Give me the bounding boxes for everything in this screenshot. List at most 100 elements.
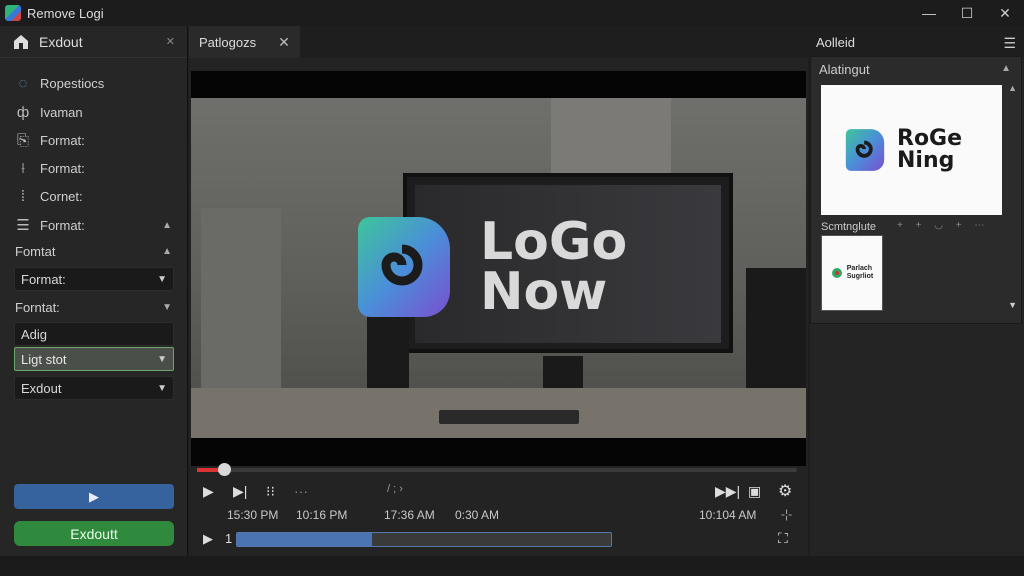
dropdown-value: Ligt stot: [21, 351, 67, 367]
small-logo-icon: [831, 268, 842, 278]
maximize-button[interactable]: ☐: [948, 0, 986, 26]
right-panel-header: Aolleid ☰: [810, 26, 1024, 58]
status-bar: [0, 556, 1024, 576]
close-window-button[interactable]: ✕: [986, 0, 1024, 26]
track-play-icon[interactable]: ▶: [203, 531, 213, 547]
format-dropdown[interactable]: Format: ▼: [14, 267, 174, 291]
chevron-down-icon: ▼: [157, 273, 167, 285]
section-header-forntat[interactable]: Forntat: ▼: [0, 295, 188, 319]
keyboard: [439, 410, 579, 424]
play-button[interactable]: ▶: [14, 484, 174, 509]
nav-item-label: Ropestiocs: [40, 75, 105, 91]
crosshair-icon[interactable]: -¦-: [781, 507, 792, 521]
frame-grid-icon[interactable]: ⁝⁝: [266, 483, 275, 500]
logo-now-mark-icon: [358, 217, 450, 317]
right-panel-title: Aolleid: [816, 34, 856, 50]
logo-mark-icon: [845, 129, 885, 171]
dropdown-value: Format:: [21, 271, 66, 287]
logo-thumbnail-large[interactable]: RoGe Ning: [821, 85, 1002, 215]
hamburger-menu-icon[interactable]: ☰: [1003, 35, 1016, 52]
nav-item-ropestiocs[interactable]: ◌ Ropestiocs: [0, 70, 188, 96]
left-panel-header[interactable]: Exdout ✕: [0, 26, 187, 58]
title-bar: Remove Logi — ☐ ✕: [0, 0, 1024, 26]
nav-item-format-3[interactable]: ☰ Format: ▲: [0, 212, 188, 238]
right-panel: Aolleid ☰ Alatingut ▲ ▲ RoGe Ning Scmtng…: [810, 26, 1024, 556]
tab-label: Patlogozs: [199, 34, 257, 50]
section-title: Fomtat: [15, 243, 56, 259]
panel-header[interactable]: Alatingut ▲: [811, 57, 1021, 81]
timestamp: 10:104 AM: [699, 508, 757, 522]
logo-line-2: Now: [480, 262, 608, 322]
section-header-fomtat[interactable]: Fomtat ▲: [0, 239, 188, 263]
play-icon[interactable]: ▶: [203, 483, 214, 500]
small-thumbnail-text: Parlach Sugrliot: [847, 265, 873, 281]
tab-bar: Patlogozs ✕: [189, 26, 808, 58]
skip-forward-icon[interactable]: ▶▶|: [715, 483, 740, 500]
nav-item-label: Format:: [40, 132, 85, 148]
timestamp: 10:16 PM: [296, 508, 348, 522]
sub-section-label: Scmtnglute: [821, 221, 877, 233]
nav-item-label: Cornet:: [40, 188, 83, 204]
edit-tools-icon[interactable]: / ; ›: [387, 483, 403, 495]
thumbnail-logo-text: RoGe Ning: [897, 128, 962, 172]
nav-item-format-2[interactable]: ⟊ Format:: [0, 155, 188, 181]
timestamp: 15:30 PM: [227, 508, 279, 522]
track-bar[interactable]: [236, 532, 612, 547]
logo-results-panel: Alatingut ▲ ▲ RoGe Ning Scmtnglute + + ◡…: [810, 56, 1022, 324]
chevron-up-icon[interactable]: ▲: [162, 220, 172, 231]
center-panel: Patlogozs ✕ LoGo Now ▶ ▶| ⁝⁝ ··· / ; › ▶…: [189, 26, 808, 556]
sub-section-tools-icon[interactable]: + + ◡ + ⋯: [897, 220, 989, 231]
text-input[interactable]: Adig: [14, 322, 174, 346]
chevron-up-icon[interactable]: ▲: [162, 246, 172, 257]
screen-icon[interactable]: ▣: [748, 483, 761, 500]
timestamp: 17:36 AM: [384, 508, 435, 522]
small-line-1: Parlach: [846, 265, 873, 272]
timeline-knob[interactable]: [218, 463, 231, 476]
nav-item-label: Format:: [40, 160, 85, 176]
video-preview[interactable]: LoGo Now: [191, 71, 806, 466]
copy-icon: ⎘: [16, 131, 29, 149]
nav-item-ivaman[interactable]: ф Ivaman: [0, 99, 188, 125]
chevron-down-icon[interactable]: ▼: [162, 302, 172, 313]
track-bar-fill: [237, 533, 372, 546]
dropdown-value: Exdout: [21, 380, 62, 396]
window-title: Remove Logi: [27, 5, 104, 21]
tab-patlogozs[interactable]: Patlogozs ✕: [189, 26, 300, 58]
thumbnail-line-2: Ning: [897, 148, 955, 173]
home-icon: [14, 34, 28, 49]
next-frame-icon[interactable]: ▶|: [233, 483, 247, 500]
track-number: 1: [225, 531, 233, 546]
light-slot-dropdown[interactable]: Ligt stot ▼: [14, 347, 174, 371]
refresh-icon: ◌: [18, 74, 28, 92]
scroll-down-icon[interactable]: ▼: [1008, 300, 1017, 310]
video-frame: LoGo Now: [191, 98, 806, 438]
logo-overlay[interactable]: LoGo Now: [356, 213, 627, 321]
app-logo-icon: [5, 5, 21, 21]
background-plant: [201, 208, 281, 408]
input-value: Adig: [21, 326, 48, 342]
chevron-down-icon: ▼: [157, 353, 167, 365]
logo-thumbnail-small[interactable]: Parlach Sugrliot: [821, 235, 883, 311]
export-dropdown[interactable]: Exdout ▼: [14, 376, 174, 400]
thumbnail-line-1: RoGe: [897, 126, 963, 151]
list-icon: ☰: [16, 217, 30, 234]
nav-item-label: Ivaman: [40, 104, 83, 120]
panel-title: Alatingut: [819, 61, 870, 77]
left-panel-title: Exdout: [39, 33, 83, 50]
timeline-scrubber[interactable]: [197, 463, 797, 476]
nav-item-cornet[interactable]: ⁞ Cornet:: [0, 183, 188, 209]
chevron-up-icon[interactable]: ▲: [1001, 63, 1011, 74]
close-tab-icon[interactable]: ✕: [278, 34, 290, 51]
pin-icon[interactable]: ✕: [166, 35, 175, 48]
nav-item-format-1[interactable]: ⎘ Format:: [0, 127, 188, 153]
more-icon[interactable]: ···: [294, 483, 308, 499]
export-button[interactable]: Exdoutt: [14, 521, 174, 546]
small-line-2: Sugrliot: [846, 273, 874, 280]
settings-gear-icon[interactable]: ⚙: [778, 481, 792, 501]
split-icon: ⟊: [21, 159, 25, 177]
minimize-button[interactable]: —: [910, 0, 948, 26]
pin-tool-icon: ф: [16, 103, 30, 121]
fullscreen-icon[interactable]: ⛶: [778, 530, 788, 547]
scroll-up-icon[interactable]: ▲: [1008, 83, 1017, 93]
left-panel: Exdout ✕ ◌ Ropestiocs ф Ivaman ⎘ Format:…: [0, 26, 188, 556]
